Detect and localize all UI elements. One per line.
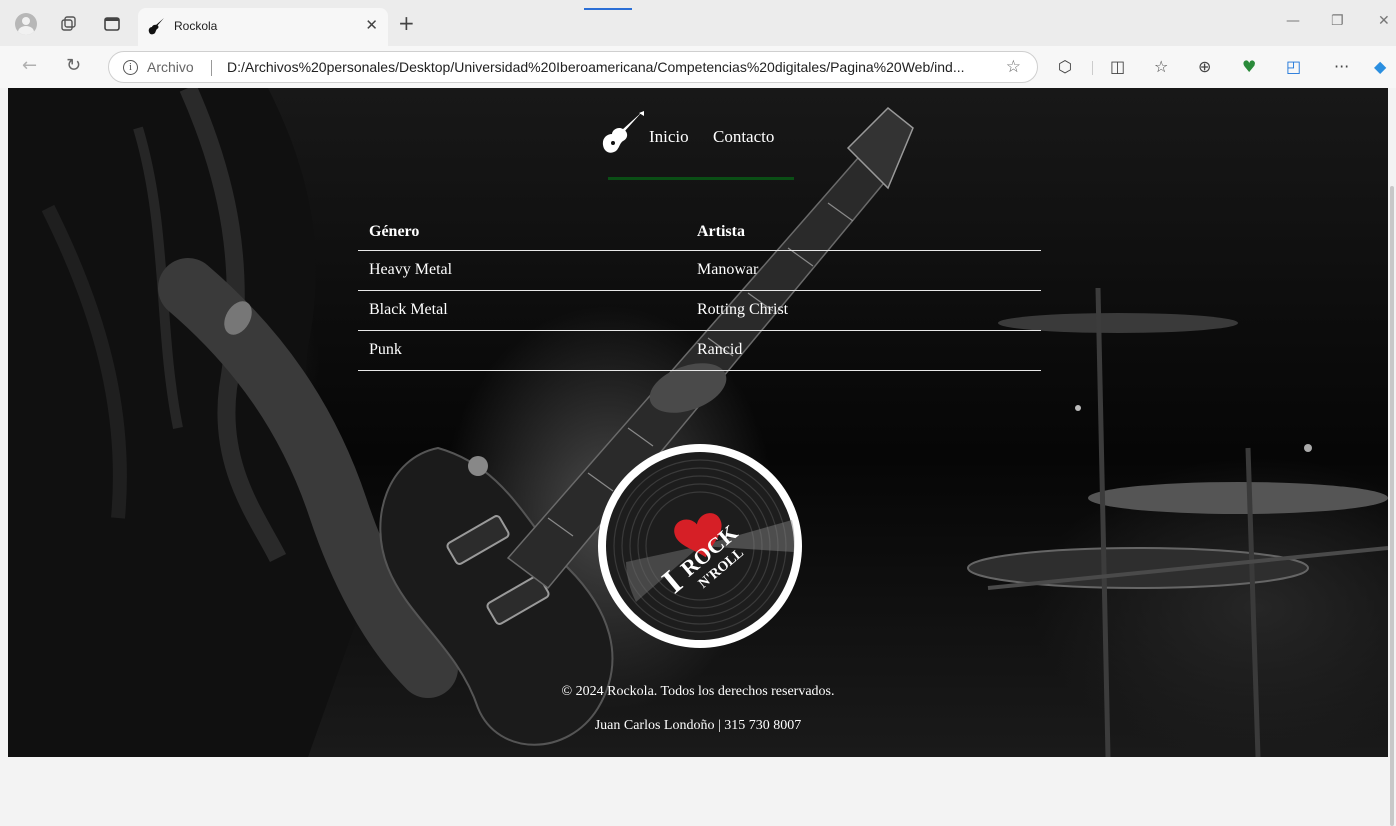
- browser-tab-bar: Rockola ✕ + — ❐ ✕: [0, 0, 1396, 46]
- rock-n-roll-record-logo: I ROCK N'ROLL: [596, 442, 804, 650]
- collections-icon[interactable]: ⊕: [1198, 57, 1211, 76]
- vinyl-record-icon: I ROCK N'ROLL: [598, 444, 802, 648]
- address-url[interactable]: D:/Archivos%20personales/Desktop/Univers…: [227, 59, 987, 75]
- back-icon[interactable]: ←: [22, 55, 37, 76]
- genre-cell: Black Metal: [358, 290, 686, 331]
- info-icon[interactable]: i: [123, 60, 138, 75]
- table-header-row: Género Artista: [358, 214, 1041, 251]
- tab-actions-icon[interactable]: [100, 12, 124, 36]
- new-tab-icon[interactable]: +: [398, 11, 415, 35]
- genre-cell: Heavy Metal: [358, 250, 686, 291]
- tab-title: Rockola: [174, 19, 218, 33]
- artist-cell: Manowar: [686, 250, 1041, 291]
- address-origin: Archivo: [147, 59, 194, 75]
- table-row: Black Metal Rotting Christ: [358, 290, 1041, 331]
- page-scrollbar[interactable]: [1388, 88, 1396, 826]
- workspaces-icon[interactable]: [56, 12, 80, 36]
- edge-icon[interactable]: ◰: [1286, 57, 1301, 76]
- favorite-star-icon[interactable]: ☆: [1006, 57, 1021, 77]
- extensions-icon[interactable]: ⬡: [1058, 57, 1072, 76]
- column-header-genero: Género: [358, 214, 686, 251]
- toolbar-separator: [1092, 61, 1093, 75]
- column-header-artista: Artista: [686, 214, 1041, 251]
- browser-tab[interactable]: Rockola ✕: [138, 8, 388, 46]
- address-separator: [211, 60, 212, 76]
- favorites-icon[interactable]: ☆: [1154, 57, 1168, 76]
- nav-link-inicio[interactable]: Inicio: [649, 127, 689, 147]
- nav-link-contacto[interactable]: Contacto: [713, 127, 774, 147]
- artist-cell: Rancid: [686, 330, 1041, 371]
- table-row: Punk Rancid: [358, 330, 1041, 371]
- page-viewport: Inicio Contacto Género Artista Heavy Met…: [8, 88, 1388, 757]
- copilot-icon[interactable]: ◆: [1374, 57, 1386, 76]
- more-icon[interactable]: ···: [1334, 57, 1349, 76]
- restore-icon[interactable]: ❐: [1331, 13, 1344, 29]
- loading-indicator: [584, 8, 632, 10]
- footer-copyright: © 2024 Rockola. Todos los derechos reser…: [561, 684, 835, 699]
- address-bar[interactable]: i Archivo D:/Archivos%20personales/Deskt…: [108, 51, 1038, 83]
- reload-icon[interactable]: ↻: [66, 55, 81, 76]
- split-screen-icon[interactable]: ◫: [1110, 57, 1125, 76]
- nav-underline: [608, 177, 794, 180]
- genre-artist-table: Género Artista Heavy Metal Manowar Black…: [358, 214, 1041, 371]
- footer-contact: Juan Carlos Londoño | 315 730 8007: [594, 718, 802, 733]
- genre-cell: Punk: [358, 330, 686, 371]
- close-window-icon[interactable]: ✕: [1378, 13, 1390, 29]
- scrollbar-thumb[interactable]: [1390, 186, 1394, 826]
- table-row: Heavy Metal Manowar: [358, 250, 1041, 291]
- profile-icon[interactable]: [14, 12, 38, 36]
- guitar-logo-icon[interactable]: [598, 110, 646, 158]
- browser-toolbar: ← ↻ i Archivo D:/Archivos%20personales/D…: [0, 46, 1396, 88]
- guitar-favicon-icon: [148, 18, 164, 35]
- browser-essentials-icon[interactable]: ♥: [1242, 57, 1256, 76]
- minimize-icon[interactable]: —: [1286, 13, 1300, 29]
- artist-cell: Rotting Christ: [686, 290, 1041, 331]
- background-photo: [8, 88, 1388, 757]
- close-tab-icon[interactable]: ✕: [365, 16, 378, 34]
